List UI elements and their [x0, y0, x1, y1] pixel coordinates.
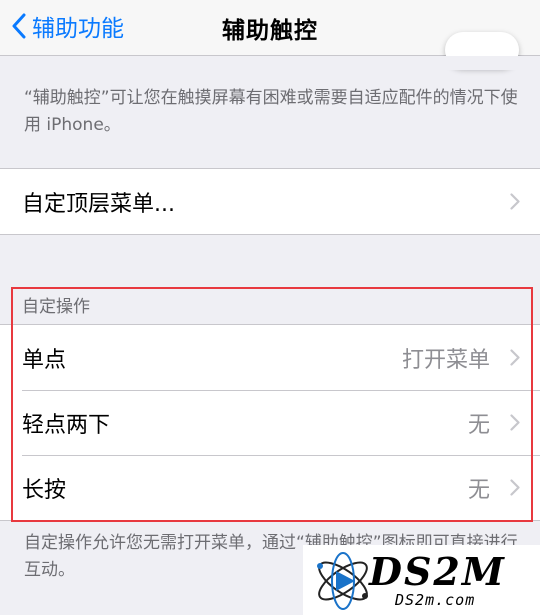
chevron-right-icon: [510, 479, 520, 496]
atom-logo-icon: [317, 552, 368, 610]
toggle-cover: [0, 56, 540, 70]
chevron-right-icon: [510, 193, 520, 210]
chevron-right-icon: [510, 414, 520, 431]
single-tap-row[interactable]: 单点 打开菜单: [0, 325, 540, 390]
double-tap-label: 轻点两下: [22, 412, 111, 438]
watermark-text: DS2M: [369, 549, 506, 594]
double-tap-value: 无: [467, 412, 490, 438]
long-press-row[interactable]: 长按 无: [0, 455, 540, 520]
long-press-label: 长按: [22, 477, 67, 503]
customize-top-menu-label: 自定顶层菜单...: [22, 191, 175, 217]
long-press-value: 无: [467, 477, 490, 503]
top-menu-group: 自定顶层菜单...: [0, 168, 540, 235]
custom-actions-header: 自定操作: [22, 297, 90, 317]
watermark: DS2M DS2m.com: [303, 545, 540, 615]
watermark-url: DS2m.com: [395, 591, 476, 609]
chevron-right-icon: [510, 349, 520, 366]
customize-top-menu-row[interactable]: 自定顶层菜单...: [0, 169, 540, 234]
single-tap-label: 单点: [22, 347, 67, 373]
double-tap-row[interactable]: 轻点两下 无: [0, 390, 540, 455]
single-tap-value: 打开菜单: [401, 347, 490, 373]
custom-actions-group: 单点 打开菜单 轻点两下 无 长按 无: [0, 324, 540, 521]
assistive-touch-description: “辅助触控”可让您在触摸屏幕有困难或需要自适应配件的情况下使用 iPhone。: [24, 88, 518, 135]
